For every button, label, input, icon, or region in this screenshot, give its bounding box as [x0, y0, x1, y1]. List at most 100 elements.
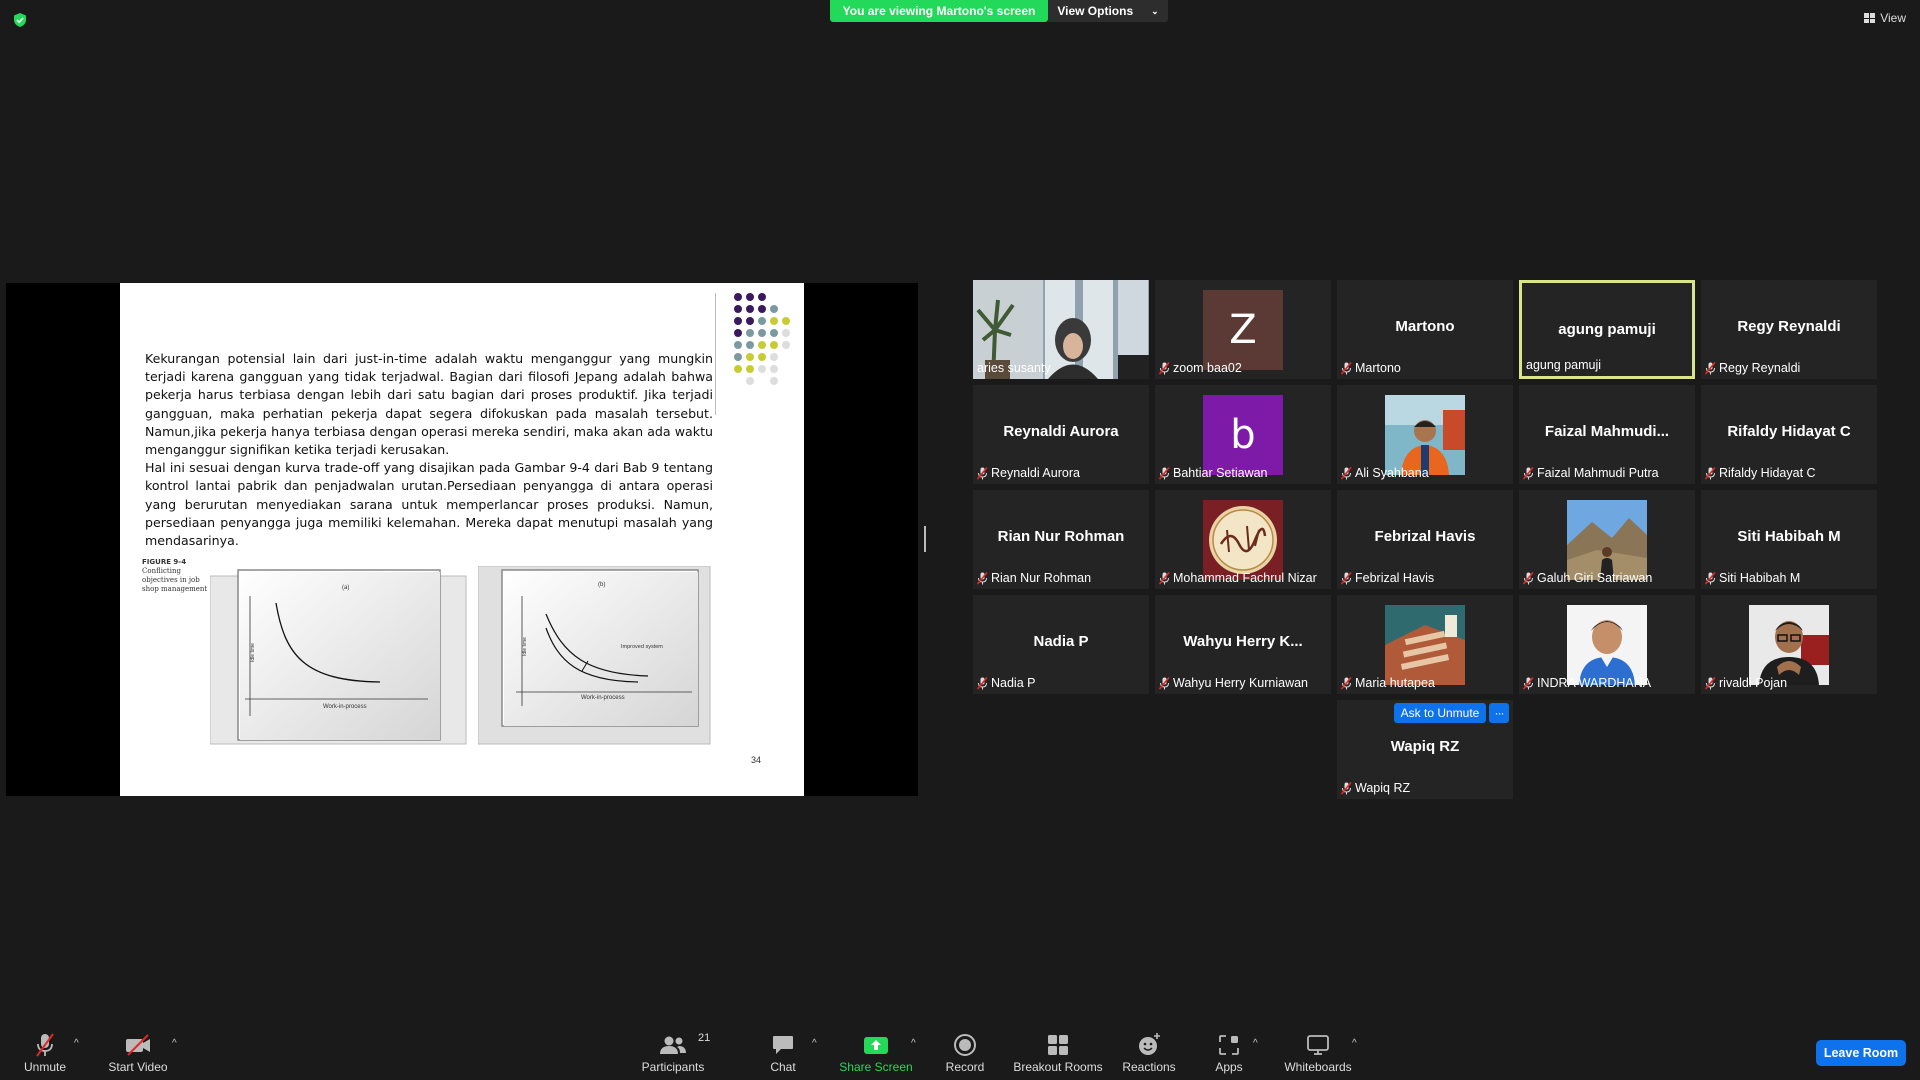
view-options-label: View Options: [1057, 4, 1134, 18]
participant-tile[interactable]: Reynaldi Aurora Reynaldi Aurora: [973, 385, 1149, 484]
participant-name-label: Galuh Giri Satriawan: [1522, 571, 1652, 585]
chat-options-caret-icon[interactable]: ^: [812, 1038, 817, 1049]
participant-name-label: zoom baa02: [1158, 361, 1242, 375]
participant-tile[interactable]: Regy Reynaldi Regy Reynaldi: [1701, 280, 1877, 379]
whiteboards-options-caret-icon[interactable]: ^: [1352, 1038, 1357, 1049]
participant-tile[interactable]: Febrizal Havis Febrizal Havis: [1337, 490, 1513, 589]
figure-a-chart: (a) Idle time Work-in-process: [210, 569, 467, 745]
video-options-caret-icon[interactable]: ^: [172, 1038, 177, 1049]
participant-display-name: Wapiq RZ: [1390, 738, 1460, 755]
apps-label: Apps: [1215, 1060, 1243, 1074]
participant-tile[interactable]: Galuh Giri Satriawan: [1519, 490, 1695, 589]
participant-tile[interactable]: INDRA WARDHANA: [1519, 595, 1695, 694]
participant-tile[interactable]: aries susanty: [973, 280, 1149, 379]
participant-name: Rian Nur Rohman: [991, 571, 1092, 585]
participant-tile[interactable]: Siti Habibah M Siti Habibah M: [1701, 490, 1877, 589]
apps-icon: [1219, 1035, 1239, 1055]
leave-room-button[interactable]: Leave Room: [1816, 1040, 1906, 1066]
microphone-muted-icon: [1340, 781, 1352, 795]
security-shield-icon[interactable]: [12, 12, 28, 28]
participant-display-name: Martono: [1395, 318, 1455, 335]
participant-tile[interactable]: Zzoom baa02: [1155, 280, 1331, 379]
view-options-button[interactable]: View Options ⌄: [1048, 0, 1168, 22]
audio-options-caret-icon[interactable]: ^: [74, 1038, 79, 1049]
avatar-letter: Z: [1229, 307, 1257, 353]
figure-a-label: (a): [342, 585, 349, 591]
participant-tile[interactable]: Rifaldy Hidayat C Rifaldy Hidayat C: [1701, 385, 1877, 484]
microphone-muted-icon: [1340, 676, 1352, 690]
microphone-muted-icon: [1704, 466, 1716, 480]
unmute-label: Unmute: [23, 1060, 67, 1074]
reactions-label: Reactions: [1122, 1060, 1176, 1074]
participant-name: Siti Habibah M: [1719, 571, 1801, 585]
participant-tile[interactable]: agung pamuji agung pamuji: [1519, 280, 1695, 379]
whiteboard-icon: [1307, 1035, 1329, 1055]
share-screen-label: Share Screen: [839, 1060, 913, 1074]
participant-name-label: Regy Reynaldi: [1704, 361, 1800, 375]
shared-screen[interactable]: Kekurangan potensial lain dari just-in-t…: [6, 283, 918, 796]
participant-display-name: Nadia P: [1033, 633, 1089, 650]
slide-divider: [715, 293, 716, 415]
view-grid-icon: [1864, 13, 1876, 23]
participant-tile[interactable]: b Bahtiar Setiawan: [1155, 385, 1331, 484]
participants-icon: [660, 1036, 686, 1054]
microphone-muted-icon: [1340, 571, 1352, 585]
participant-tile[interactable]: Maria hutapea: [1337, 595, 1513, 694]
zoom-window: You are viewing Martono's screen View Op…: [0, 0, 1920, 1080]
participant-display-name: Febrizal Havis: [1374, 528, 1476, 545]
participant-name-label: Mohammad Fachrul Nizar: [1158, 571, 1317, 585]
participant-display-name: Regy Reynaldi: [1737, 318, 1841, 335]
participant-tile[interactable]: Nadia P Nadia P: [973, 595, 1149, 694]
microphone-muted-icon: [976, 571, 988, 585]
participant-name: Faizal Mahmudi Putra: [1537, 466, 1659, 480]
breakout-rooms-label: Breakout Rooms: [1013, 1060, 1103, 1074]
avatar-letter: b: [1230, 412, 1256, 458]
figure-title: FIGURE 9-4: [142, 558, 187, 566]
participants-label: Participants: [641, 1060, 705, 1074]
participant-name-label: Febrizal Havis: [1340, 571, 1434, 585]
participant-name-label: Rian Nur Rohman: [976, 571, 1092, 585]
participant-display-name: Siti Habibah M: [1737, 528, 1841, 545]
slide-paragraph-2: Hal ini sesuai dengan kurva trade-off ya…: [145, 460, 713, 549]
participant-tile[interactable]: Faizal Mahmudi... Faizal Mahmudi Putra: [1519, 385, 1695, 484]
figure-b-chart: (b) Improved system Idle time Work-in-pr…: [478, 566, 711, 745]
ask-to-unmute-button[interactable]: Ask to Unmute: [1394, 703, 1486, 723]
participant-name: Rifaldy Hidayat C: [1719, 466, 1816, 480]
splitter-handle[interactable]: [924, 526, 926, 552]
participant-tile[interactable]: Martono Martono: [1337, 280, 1513, 379]
participant-tile[interactable]: Wahyu Herry K... Wahyu Herry Kurniawan: [1155, 595, 1331, 694]
participant-name-label: INDRA WARDHANA: [1522, 676, 1651, 690]
view-label: View: [1880, 11, 1906, 25]
microphone-muted-icon: [1704, 361, 1716, 375]
participant-avatar: Z: [1203, 290, 1283, 370]
participant-display-name: Faizal Mahmudi...: [1544, 423, 1670, 440]
microphone-muted-icon: [1158, 466, 1170, 480]
participant-display-name: Reynaldi Aurora: [1003, 423, 1119, 440]
more-options-button[interactable]: ···: [1489, 703, 1509, 723]
reactions-smiley-icon: [1139, 1033, 1160, 1055]
participant-tile[interactable]: Mohammad Fachrul Nizar: [1155, 490, 1331, 589]
share-screen-icon: [864, 1037, 888, 1054]
view-button[interactable]: View: [1864, 11, 1906, 25]
participant-name-label: Faizal Mahmudi Putra: [1522, 466, 1659, 480]
participant-display-name: Rian Nur Rohman: [997, 528, 1125, 545]
participant-tile[interactable]: rivaldi Pojan: [1701, 595, 1877, 694]
participant-tile[interactable]: Ali Syahbana: [1337, 385, 1513, 484]
participant-name: agung pamuji: [1526, 358, 1602, 372]
start-video-label: Start Video: [108, 1060, 168, 1074]
presentation-slide: Kekurangan potensial lain dari just-in-t…: [120, 283, 804, 796]
figure-b-label: (b): [598, 582, 605, 588]
slide-body-text: Kekurangan potensial lain dari just-in-t…: [145, 350, 713, 550]
participant-name-label: Wapiq RZ: [1340, 781, 1410, 795]
participants-button[interactable]: 21 Participants: [618, 1032, 728, 1074]
participant-name: Wahyu Herry Kurniawan: [1173, 676, 1309, 690]
microphone-muted-icon: [1522, 676, 1534, 690]
microphone-muted-icon: [976, 466, 988, 480]
apps-options-caret-icon[interactable]: ^: [1253, 1038, 1258, 1049]
participant-name-label: Maria hutapea: [1340, 676, 1435, 690]
participant-name: Reynaldi Aurora: [991, 466, 1080, 480]
participant-display-name: agung pamuji: [1558, 321, 1656, 338]
microphone-muted-icon: [976, 676, 988, 690]
microphone-muted-icon: [1340, 361, 1352, 375]
participant-tile[interactable]: Rian Nur Rohman Rian Nur Rohman: [973, 490, 1149, 589]
